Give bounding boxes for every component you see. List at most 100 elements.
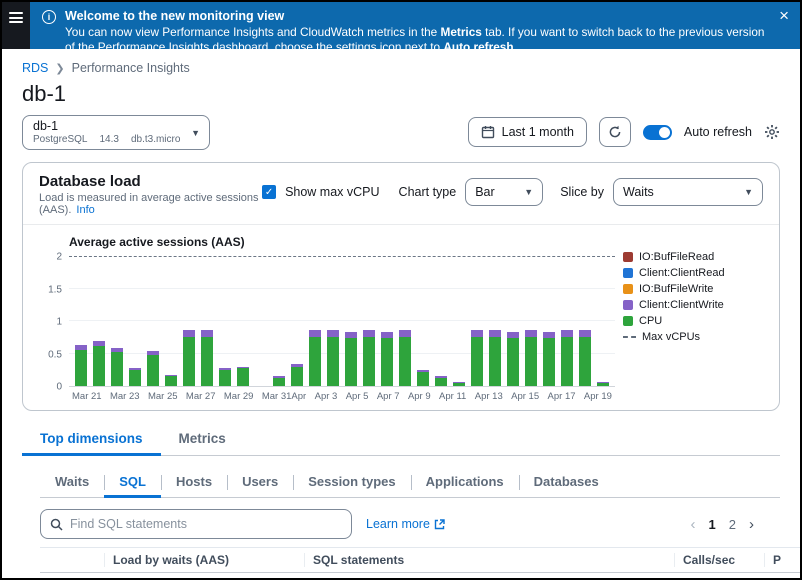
subtab-databases[interactable]: Databases xyxy=(519,468,614,497)
y-tick-label: 0.5 xyxy=(48,349,62,360)
slice-by-select[interactable]: Waits ▼ xyxy=(613,178,763,206)
subtab-waits[interactable]: Waits xyxy=(40,468,104,497)
legend-item-client-clientread[interactable]: Client:ClientRead xyxy=(623,267,765,279)
info-banner: i Welcome to the new monitoring view You… xyxy=(30,2,800,49)
x-tick-label xyxy=(178,391,186,402)
chart-bar[interactable] xyxy=(93,341,105,386)
chart-bar[interactable] xyxy=(381,332,393,386)
bar-slot xyxy=(450,257,468,386)
legend-item-cpu[interactable]: CPU xyxy=(623,315,765,327)
info-link[interactable]: Info xyxy=(76,204,94,216)
x-tick-label xyxy=(140,391,148,402)
x-tick-label xyxy=(253,391,261,402)
chart-bar[interactable] xyxy=(597,382,609,386)
x-tick-label: Apr 7 xyxy=(377,391,400,402)
x-tick-label: Apr 9 xyxy=(408,391,431,402)
chart-type-select[interactable]: Bar ▼ xyxy=(465,178,543,206)
chart-bar[interactable] xyxy=(219,368,231,386)
chart-bar[interactable] xyxy=(579,330,591,386)
show-max-vcpu-label: Show max vCPU xyxy=(285,185,379,199)
bar-segment-cpu xyxy=(399,337,411,386)
header-load-by-waits[interactable]: Load by waits (AAS) xyxy=(104,553,304,567)
chart-bar[interactable] xyxy=(399,330,411,386)
subtab-hosts[interactable]: Hosts xyxy=(161,468,227,497)
chart-bar[interactable] xyxy=(561,330,573,386)
chart-bar[interactable] xyxy=(165,375,177,386)
bar-slot xyxy=(198,257,216,386)
time-range-button[interactable]: Last 1 month xyxy=(468,117,587,147)
chart-bar[interactable] xyxy=(543,332,555,386)
gear-icon xyxy=(764,124,780,140)
chart-bar[interactable] xyxy=(327,330,339,386)
legend-item-client-clientwrite[interactable]: Client:ClientWrite xyxy=(623,299,765,311)
table-row[interactable]: +0.23SELECT * FROM sales AS s1 JOIN sale… xyxy=(40,573,800,578)
bar-segment-cpu xyxy=(453,383,465,386)
tab-top-dimensions[interactable]: Top dimensions xyxy=(22,425,161,455)
legend-label: CPU xyxy=(639,315,662,327)
learn-more-label: Learn more xyxy=(366,517,430,531)
header-calls-per-sec[interactable]: Calls/sec xyxy=(674,553,764,567)
bar-segment-cpu xyxy=(111,352,123,386)
chart-bar[interactable] xyxy=(291,364,303,386)
subtab-session-types[interactable]: Session types xyxy=(293,468,410,497)
chart-bar[interactable] xyxy=(129,368,141,386)
x-tick-label: Mar 27 xyxy=(186,391,216,402)
chart-bar[interactable] xyxy=(435,376,447,386)
chart-bar[interactable] xyxy=(345,332,357,386)
page-prev-icon[interactable]: ‹ xyxy=(691,516,696,533)
search-input[interactable] xyxy=(70,517,342,531)
chart-bar[interactable] xyxy=(489,330,501,386)
bar-slot xyxy=(108,257,126,386)
bar-segment-cpu xyxy=(525,337,537,386)
y-tick-label: 1 xyxy=(56,317,62,328)
chart-bar[interactable] xyxy=(111,348,123,386)
chart-bar[interactable] xyxy=(471,330,483,386)
bar-segment-cpu xyxy=(435,378,447,387)
bar-slot xyxy=(576,257,594,386)
legend-item-io-buffileread[interactable]: IO:BufFileRead xyxy=(623,251,765,263)
chart-bar[interactable] xyxy=(201,330,213,386)
chart-bar[interactable] xyxy=(273,376,285,386)
chart-bar[interactable] xyxy=(309,330,321,386)
chart-bar[interactable] xyxy=(363,330,375,386)
page-number-2[interactable]: 2 xyxy=(729,517,736,532)
chart-bar[interactable] xyxy=(453,382,465,386)
auto-refresh-toggle[interactable] xyxy=(643,125,672,140)
bar-segment-cpu xyxy=(471,337,483,386)
chart-bar[interactable] xyxy=(237,367,249,386)
banner-bold-text: Metrics xyxy=(441,25,482,39)
instance-selector[interactable]: db-1 PostgreSQL 14.3 db.t3.micro ▼ xyxy=(22,115,210,150)
chart-main: Average active sessions (AAS) 00.511.52 … xyxy=(39,235,615,402)
refresh-button[interactable] xyxy=(599,117,631,147)
controls-row: db-1 PostgreSQL 14.3 db.t3.micro ▼ Last … xyxy=(22,115,780,150)
bar-segment-cpu xyxy=(327,337,339,386)
header-clipped[interactable]: P xyxy=(764,553,800,567)
chart-bar[interactable] xyxy=(525,330,537,386)
subtab-sql[interactable]: SQL xyxy=(104,468,161,497)
chart-bar[interactable] xyxy=(183,330,195,386)
header-sql-statements[interactable]: SQL statements xyxy=(304,553,674,567)
tab-metrics[interactable]: Metrics xyxy=(161,425,244,455)
settings-button[interactable] xyxy=(764,124,780,140)
page-number-1[interactable]: 1 xyxy=(709,517,716,532)
bar-slot xyxy=(72,257,90,386)
breadcrumb-item-rds[interactable]: RDS xyxy=(22,61,48,75)
legend-item-io-buffilewrite[interactable]: IO:BufFileWrite xyxy=(623,283,765,295)
hamburger-menu-icon[interactable] xyxy=(9,12,23,23)
learn-more-link[interactable]: Learn more xyxy=(366,517,445,531)
bar-slot xyxy=(90,257,108,386)
legend-item-max-vcpus[interactable]: Max vCPUs xyxy=(623,331,765,343)
close-icon[interactable]: × xyxy=(779,7,789,24)
chart-bar[interactable] xyxy=(507,332,519,386)
top-bar: i Welcome to the new monitoring view You… xyxy=(2,2,800,49)
x-tick-label xyxy=(576,391,584,402)
card-controls: ✓ Show max vCPU Chart type Bar ▼ Slice b… xyxy=(262,173,763,206)
chart-bar[interactable] xyxy=(75,345,87,386)
bar-slot xyxy=(216,257,234,386)
chart-bar[interactable] xyxy=(417,370,429,386)
chart-bar[interactable] xyxy=(147,351,159,386)
subtab-users[interactable]: Users xyxy=(227,468,293,497)
show-max-vcpu-checkbox[interactable]: ✓ xyxy=(262,185,276,199)
page-next-icon[interactable]: › xyxy=(749,516,754,533)
subtab-applications[interactable]: Applications xyxy=(411,468,519,497)
